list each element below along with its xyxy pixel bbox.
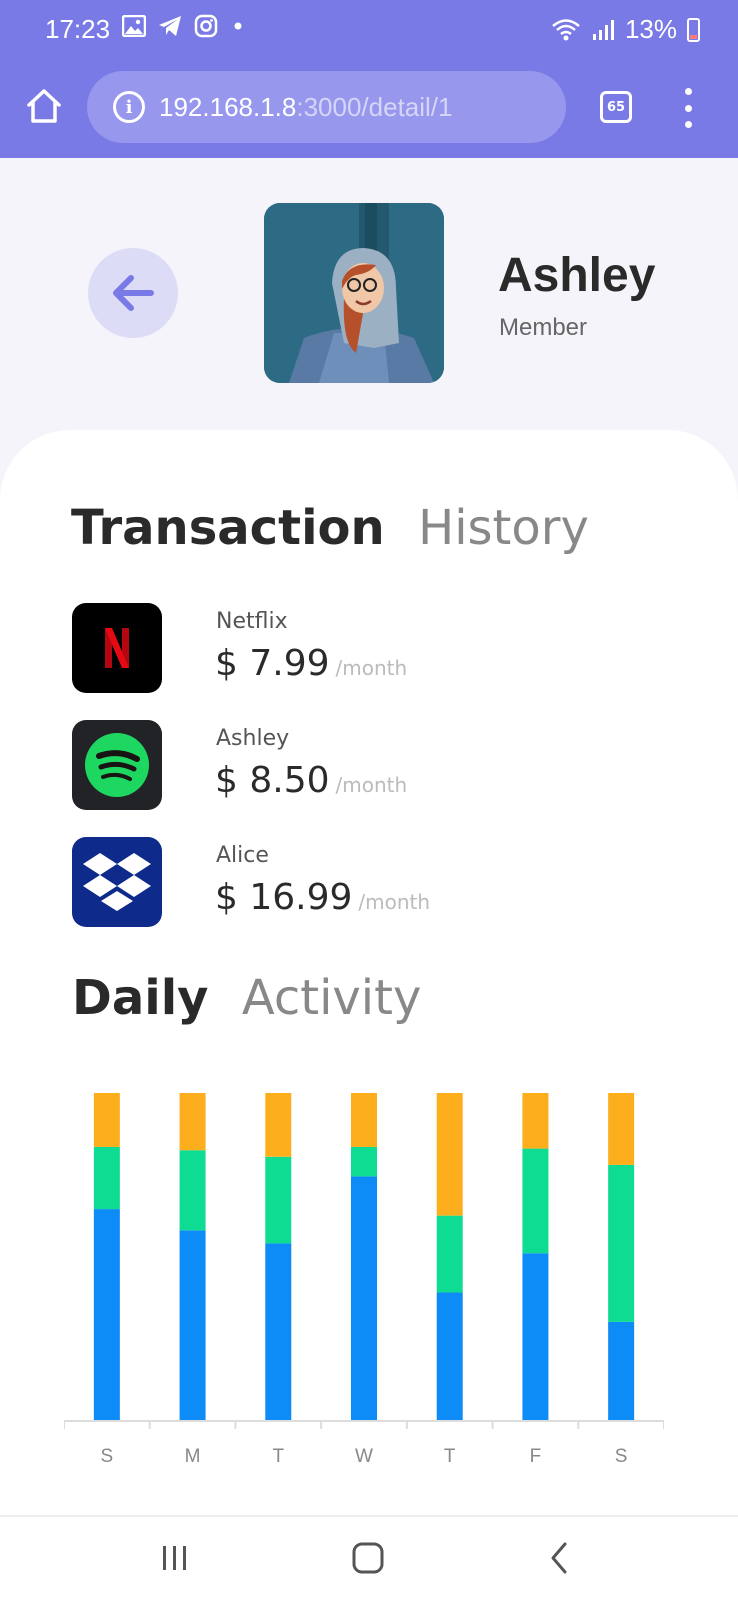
netflix-icon: [72, 603, 162, 693]
battery-percent: 13%: [624, 14, 677, 44]
x-tick-label: S: [101, 1446, 114, 1467]
price-period: /month: [335, 773, 408, 797]
bar-segment-3: [351, 1093, 377, 1147]
dot-icon: [234, 22, 242, 30]
dropbox-icon: [72, 837, 162, 927]
browser-menu-icon[interactable]: [680, 88, 696, 128]
instagram-icon: [194, 14, 218, 38]
title-bold: Daily: [72, 970, 209, 1026]
tab-switcher-button[interactable]: 65: [600, 91, 632, 123]
bar-segment-3: [608, 1093, 635, 1165]
bar-segment-2: [436, 1215, 463, 1293]
battery-icon: [687, 17, 700, 42]
bar-segment-3: [522, 1093, 549, 1149]
back-button[interactable]: [88, 248, 178, 338]
bar-segment-1: [351, 1176, 377, 1420]
arrow-left-icon: [113, 275, 154, 311]
price-value: $ 16.99: [215, 877, 353, 918]
bar-segment-2: [179, 1150, 206, 1231]
info-icon[interactable]: i: [113, 91, 145, 123]
bar-segment-2: [522, 1148, 549, 1254]
home-nav-icon[interactable]: [351, 1541, 385, 1575]
transaction-item[interactable]: Alice $ 16.99/month: [72, 837, 672, 927]
x-tick-label: T: [444, 1446, 456, 1467]
transaction-name: Alice: [216, 843, 269, 868]
x-tick-label: F: [530, 1446, 542, 1467]
price-value: $ 8.50: [215, 760, 330, 801]
bar-segment-3: [265, 1093, 292, 1157]
price-period: /month: [335, 656, 408, 680]
tab-count: 65: [606, 99, 626, 115]
title-muted: Activity: [241, 970, 422, 1026]
x-tick-label: S: [615, 1446, 628, 1467]
transaction-item[interactable]: Ashley $ 8.50/month: [72, 720, 672, 810]
price-value: $ 7.99: [215, 643, 330, 684]
wifi-icon: [552, 18, 580, 40]
bar-segment-1: [608, 1321, 635, 1420]
url-path: :3000/detail/1: [296, 91, 453, 122]
transaction-history-title: Transaction History: [71, 500, 589, 556]
transaction-name: Ashley: [216, 726, 290, 751]
telegram-icon: [159, 16, 181, 36]
transaction-price: $ 16.99/month: [215, 877, 430, 918]
bar-segment-1: [265, 1243, 292, 1420]
bar-segment-1: [436, 1292, 463, 1420]
price-period: /month: [358, 890, 431, 914]
x-tick-label: T: [272, 1446, 284, 1467]
x-tick-label: W: [355, 1446, 373, 1467]
bar-segment-2: [608, 1164, 635, 1322]
profile-role: Member: [499, 314, 588, 341]
title-bold: Transaction: [71, 500, 385, 556]
daily-activity-chart: SMTWTFS: [64, 1093, 664, 1467]
address-bar[interactable]: i 192.168.1.8:3000/detail/1: [87, 71, 566, 143]
home-icon[interactable]: [24, 86, 64, 126]
transaction-price: $ 8.50/month: [215, 760, 407, 801]
bar-segment-1: [522, 1253, 549, 1420]
transaction-price: $ 7.99/month: [215, 643, 407, 684]
browser-toolbar: i 192.168.1.8:3000/detail/1 65: [0, 58, 738, 158]
profile-name: Ashley: [498, 249, 656, 302]
status-bar: 17:23 13%: [0, 0, 738, 58]
spotify-icon: [72, 720, 162, 810]
title-muted: History: [418, 500, 589, 556]
back-nav-icon[interactable]: [547, 1541, 571, 1575]
status-time: 17:23: [45, 14, 111, 44]
bar-segment-1: [179, 1230, 206, 1420]
bar-segment-3: [436, 1093, 463, 1216]
bar-segment-1: [93, 1209, 120, 1420]
transaction-name: Netflix: [216, 609, 288, 634]
bar-segment-2: [351, 1146, 377, 1177]
system-nav-bar: [0, 1515, 738, 1600]
bar-segment-2: [265, 1156, 292, 1244]
avatar: [264, 203, 444, 383]
bar-segment-3: [179, 1093, 206, 1151]
bar-segment-3: [93, 1093, 120, 1147]
url-host: 192.168.1.8: [159, 91, 297, 122]
gallery-icon: [122, 15, 146, 37]
transaction-item[interactable]: Netflix $ 7.99/month: [72, 603, 672, 693]
bar-segment-2: [93, 1146, 120, 1210]
signal-icon: [592, 19, 614, 40]
x-tick-label: M: [185, 1446, 201, 1467]
daily-activity-title: Daily Activity: [72, 970, 421, 1026]
recent-apps-icon[interactable]: [160, 1543, 190, 1573]
